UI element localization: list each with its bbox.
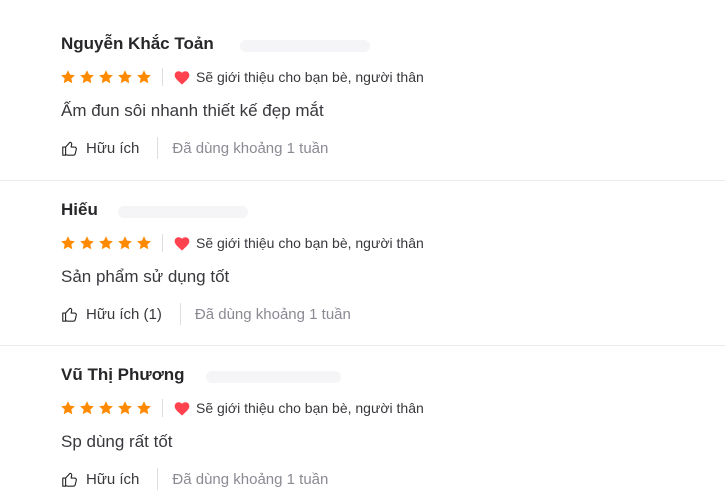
star-icon	[99, 401, 113, 415]
review-item: Hiếu Sẽ giới thiệu cho bạn bè, người thâ…	[0, 180, 725, 346]
star-icon	[118, 401, 132, 415]
star-rating	[60, 400, 152, 416]
star-icon	[118, 236, 132, 250]
review-content: Sản phẩm sử dụng tốt	[61, 267, 230, 286]
usage-duration: Đã dùng khoảng 1 tuần	[172, 139, 329, 157]
faded-purchase-info	[118, 206, 248, 218]
helpful-button[interactable]: Hữu ích	[61, 140, 139, 157]
helpful-label: Hữu ích	[86, 139, 140, 157]
review-item: Nguyễn Khắc Toản Sẽ giới thiệu cho bạn b…	[0, 0, 725, 180]
helpful-label: Hữu ích (1)	[86, 305, 162, 323]
helpful-button[interactable]: Hữu ích (1)	[61, 306, 162, 323]
star-icon	[80, 236, 94, 250]
helpful-label: Hữu ích	[86, 470, 140, 488]
star-icon	[137, 401, 151, 415]
star-icon	[61, 401, 75, 415]
rating-row: Sẽ giới thiệu cho bạn bè, người thân	[60, 67, 424, 87]
review-content: Ấm đun sôi nhanh thiết kế đẹp mắt	[61, 101, 324, 120]
star-icon	[61, 236, 75, 250]
star-icon	[137, 236, 151, 250]
review-actions: Hữu ích Đã dùng khoảng 1 tuần	[61, 137, 328, 159]
star-rating	[60, 69, 152, 85]
star-icon	[118, 70, 132, 84]
reviewer-name: Hiếu	[61, 200, 98, 219]
review-actions: Hữu ích Đã dùng khoảng 1 tuần	[61, 468, 328, 490]
faded-purchase-info	[240, 40, 370, 52]
review-content: Sp dùng rất tốt	[61, 432, 173, 451]
recommend-text: Sẽ giới thiệu cho bạn bè, người thân	[196, 235, 424, 251]
review-item: Vũ Thị Phương Sẽ giới thiệu cho bạn bè, …	[0, 345, 725, 492]
star-icon	[61, 70, 75, 84]
review-actions: Hữu ích (1) Đã dùng khoảng 1 tuần	[61, 303, 351, 325]
thumbs-up-icon	[62, 472, 77, 487]
rating-row: Sẽ giới thiệu cho bạn bè, người thân	[60, 233, 424, 253]
divider	[162, 399, 163, 417]
divider	[157, 137, 159, 159]
divider	[162, 234, 163, 252]
usage-duration: Đã dùng khoảng 1 tuần	[194, 305, 351, 323]
divider	[157, 468, 159, 490]
heart-icon	[174, 401, 190, 415]
reviewer-name: Vũ Thị Phương	[61, 365, 185, 384]
faded-purchase-info	[206, 371, 341, 383]
review-list: Nguyễn Khắc Toản Sẽ giới thiệu cho bạn b…	[0, 0, 725, 491]
rating-row: Sẽ giới thiệu cho bạn bè, người thân	[60, 398, 424, 418]
usage-duration: Đã dùng khoảng 1 tuần	[172, 470, 329, 488]
heart-icon	[174, 236, 190, 250]
star-icon	[99, 236, 113, 250]
divider	[179, 303, 181, 325]
helpful-button[interactable]: Hữu ích	[61, 471, 139, 488]
heart-icon	[174, 70, 190, 84]
thumbs-up-icon	[62, 307, 77, 322]
star-icon	[137, 70, 151, 84]
star-icon	[80, 401, 94, 415]
recommend-text: Sẽ giới thiệu cho bạn bè, người thân	[196, 400, 424, 416]
star-rating	[60, 235, 152, 251]
reviewer-name: Nguyễn Khắc Toản	[61, 34, 214, 53]
divider	[162, 68, 163, 86]
star-icon	[80, 70, 94, 84]
thumbs-up-icon	[62, 141, 77, 156]
star-icon	[99, 70, 113, 84]
recommend-text: Sẽ giới thiệu cho bạn bè, người thân	[196, 69, 424, 85]
